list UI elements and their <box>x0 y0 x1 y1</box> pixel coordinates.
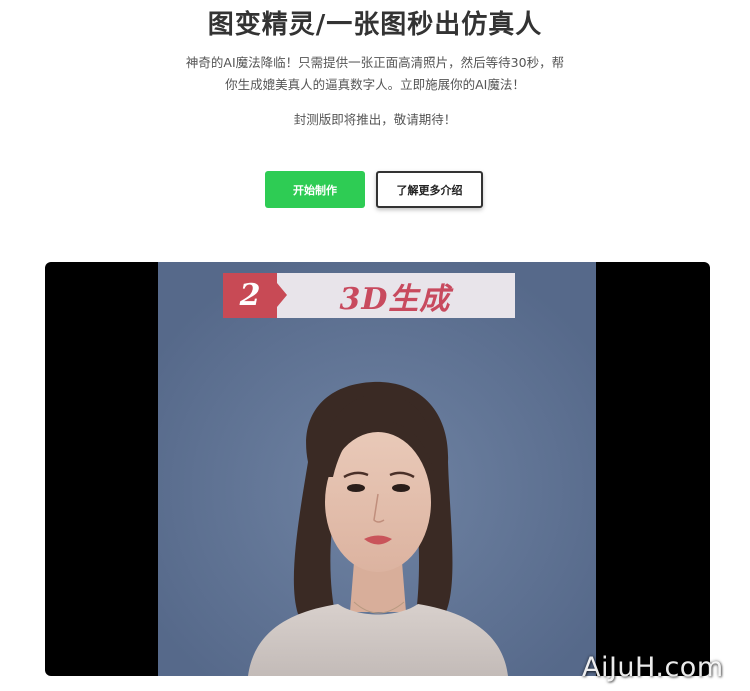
start-button[interactable]: 开始制作 <box>265 171 365 208</box>
step-banner: 3D生成 2 <box>223 273 515 318</box>
demo-video[interactable]: 3D生成 2 <box>45 262 710 676</box>
landing-page: 图变精灵/一张图秒出仿真人 神奇的AI魔法降临！只需提供一张正面高清照片，然后等… <box>0 0 750 691</box>
learn-more-button[interactable]: 了解更多介绍 <box>376 171 483 208</box>
step-number: 2 <box>223 273 277 318</box>
portrait-image <box>158 262 596 676</box>
hero-description: 神奇的AI魔法降临！只需提供一张正面高清照片，然后等待30秒，帮你生成媲美真人的… <box>185 55 565 92</box>
page-title: 图变精灵/一张图秒出仿真人 <box>207 10 543 40</box>
site-watermark: AiJuH.com <box>582 652 724 683</box>
step-arrow-icon <box>277 283 287 307</box>
step-title: 3D生成 <box>275 273 515 318</box>
beta-notice: 封测版即将推出，敬请期待！ <box>293 112 457 127</box>
video-frame: 3D生成 2 <box>158 262 596 676</box>
